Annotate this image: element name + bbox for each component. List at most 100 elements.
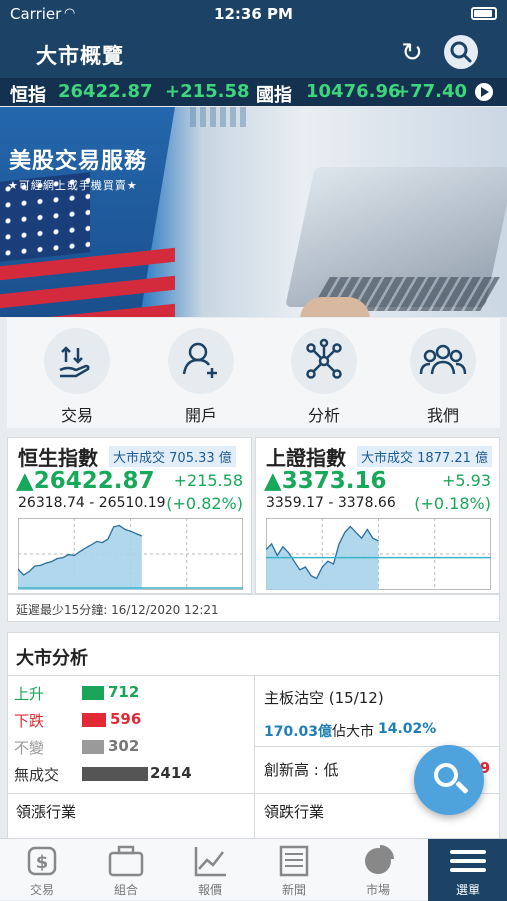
chart-icon [170,839,250,879]
index-range: 3359.17 - 3378.66 [266,495,396,511]
turnover-badge: 大市成交 705.33 億 [109,446,236,467]
search-icon [450,41,472,63]
short-selling-title: 主板沽空 (15/12) [264,689,384,707]
turnover-badge: 大市成交 1877.21 億 [357,446,493,467]
quick-action-label: 開戶 [184,406,217,425]
index-intraday-chart [18,518,243,590]
tab-news[interactable]: 新聞 [254,839,334,901]
short-selling-value: 170.03億 [264,724,333,740]
index-change: +215.58 [173,471,243,490]
delay-note: 延遲最少15分鐘: 16/12/2020 12:21 [7,594,500,622]
magnifier-icon [434,763,458,787]
index-intraday-chart [266,518,491,590]
tab-label: 選單 [455,883,480,897]
tab-portfolio[interactable]: 組合 [86,839,166,901]
status-bar: Carrier ◠ 12:36 PM [0,0,507,28]
breadth-value: 596 [110,710,142,728]
quick-action-about-us[interactable]: 我們 [403,328,483,426]
banner-subtitle: ★可經網上或手機買賣★ [8,179,138,192]
ticker-value-hsi: 26422.87 [58,81,153,102]
quick-action-label: 交易 [60,406,93,425]
newspaper-icon [254,839,334,879]
page-title: 大市概覽 [36,44,124,68]
index-percent: (+0.18%) [414,494,491,513]
tab-quotes[interactable]: 報價 [170,839,250,901]
breadth-row-up: 上升 712 [14,683,139,704]
breadth-row-no-trade: 無成交 2414 [14,764,192,785]
breadth-value: 302 [108,737,140,755]
breadth-bar [82,767,148,781]
new-high-label: 創新高 : 低 [264,761,339,779]
quick-action-open-account[interactable]: 開戶 [161,328,241,426]
battery-icon [471,7,497,20]
quick-action-label: 我們 [426,406,459,425]
promo-banner[interactable]: 美股交易服務 ★可經網上或手機買賣★ [0,107,507,317]
tab-label: 報價 [197,883,222,897]
top-losers-sector-title[interactable]: 領跌行業 [264,801,324,822]
banner-title: 美股交易服務 [9,149,148,174]
index-card-shanghai[interactable]: 上證指數 大市成交 1877.21 億 ▲3373.16 +5.93 3359.… [255,437,500,594]
turnover-label: 大市成交 [361,451,414,466]
search-fab[interactable] [414,745,484,815]
index-ticker[interactable]: 恒指 26422.87 +215.58 國指 10476.96 +77.40 [0,78,507,106]
tab-menu[interactable]: 選單 [428,839,507,901]
ticker-name-hscei: 國指 [256,85,292,106]
magnifier-handle [455,780,469,795]
breadth-bar [82,713,106,727]
quick-action-label: 分析 [307,406,340,425]
tab-market[interactable]: 市場 [338,839,418,901]
ticker-value-hscei: 10476.96 [306,81,401,102]
bottom-tab-bar: $ 交易 組合 報價 新聞 市場 選單 [0,838,507,901]
tab-label: 新聞 [281,883,306,897]
breadth-row-unchanged: 不變 302 [14,737,139,758]
turnover-value: 1877.21 億 [417,451,489,466]
dollar-icon: $ [2,839,82,879]
section-title: 大市分析 [16,648,88,669]
short-selling-pct-label: 佔大市 [332,724,374,740]
search-button[interactable] [444,35,478,69]
quick-action-analysis[interactable]: 分析 [284,328,364,426]
add-user-icon [168,328,234,394]
quick-actions: 交易 開戶 分析 我們 [7,318,500,428]
breadth-value: 712 [108,683,140,701]
ticker-name-hsi: 恒指 [10,85,46,106]
market-analysis-panel: 大市分析 上升 712 下跌 596 不變 302 無成交 2414 主板沽空 … [7,632,500,847]
divider [254,675,255,846]
breadth-value: 2414 [150,764,192,782]
top-gainers-sector-title[interactable]: 領漲行業 [16,801,76,822]
breadth-bar [82,740,104,754]
index-name: 上證指數 [266,446,346,470]
trade-hand-icon [44,328,110,394]
breadth-label: 無成交 [14,766,60,784]
breadth-label: 不變 [14,739,45,757]
breadth-bar [82,686,104,700]
tab-label: 組合 [113,883,138,897]
turnover-label: 大市成交 [113,451,166,466]
divider [254,746,499,747]
quick-action-trade[interactable]: 交易 [37,328,117,426]
index-change: +5.93 [441,471,491,490]
menu-icon [428,839,507,879]
index-range: 26318.74 - 26510.19 [18,495,166,511]
ticker-change-hscei: +77.40 [395,81,468,102]
tab-trade[interactable]: $ 交易 [2,839,82,901]
turnover-value: 705.33 億 [169,451,232,466]
hand-image [300,297,370,317]
clock: 12:36 PM [214,5,293,23]
breadth-row-down: 下跌 596 [14,710,141,731]
svg-text:$: $ [36,852,49,873]
briefcase-icon [86,839,166,879]
tab-label: 交易 [29,883,54,897]
pie-icon [338,839,418,879]
play-icon[interactable] [475,83,493,101]
group-icon [410,328,476,394]
refresh-icon[interactable]: ↻ [396,37,428,69]
ticker-change-hsi: +215.58 [165,81,250,102]
index-price: ▲3373.16 [264,468,387,494]
index-percent: (+0.82%) [166,494,243,513]
index-price: ▲26422.87 [16,468,155,494]
network-icon [291,328,357,394]
breadth-label: 上升 [14,685,45,703]
index-card-hsi[interactable]: 恒生指數 大市成交 705.33 億 ▲26422.87 +215.58 263… [7,437,252,594]
breadth-label: 下跌 [14,712,45,730]
